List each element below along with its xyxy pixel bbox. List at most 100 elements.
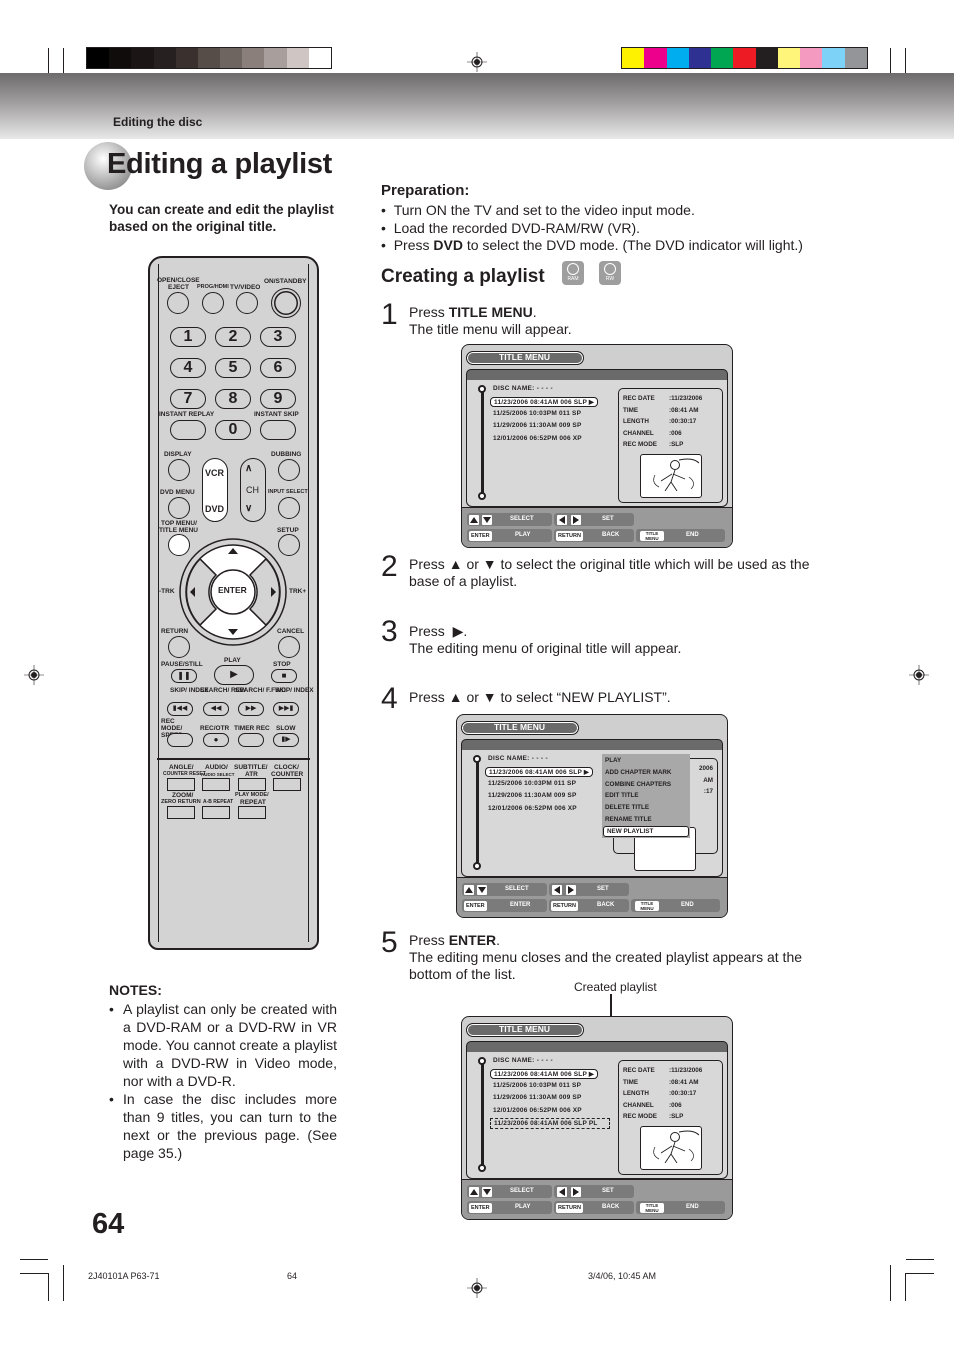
instant-replay-button[interactable] [170,420,206,440]
title-thumbnail [639,1125,702,1170]
pause-still-label: PAUSE/STILL [161,661,203,668]
edit-menu-item[interactable]: DELETE TITLE [602,802,690,814]
notes-heading: NOTES: [109,982,162,998]
return-button[interactable] [168,636,190,658]
slow-button[interactable]: ▮▶ [273,733,299,747]
scroll-up-icon[interactable] [478,1057,486,1065]
cancel-button[interactable] [278,636,300,658]
title-row[interactable]: 11/25/2006 10:03PM 011 SP [488,780,576,787]
stop-label: STOP [273,661,291,668]
info-row: TIME:08:41 AM [623,1078,699,1086]
angle-button[interactable] [167,778,195,791]
disc-name-label: DISC NAME: - - - - [493,385,553,392]
digit-5-button[interactable]: 5 [215,358,251,378]
title-row[interactable]: 11/23/2006 08:41AM 006 SLP ▶ [490,397,599,407]
timer-rec-button[interactable] [238,733,264,747]
input-select-button[interactable] [278,497,300,519]
return-control: RETURN BACK [554,529,634,542]
scroll-up-icon[interactable] [478,385,486,393]
prog-hdmi-button[interactable] [202,292,224,314]
subtitle-button[interactable] [238,778,266,791]
edit-menu-item[interactable]: COMBINE CHAPTERS [602,779,690,791]
info-row: REC DATE:11/23/2006 [623,1067,703,1074]
title-row[interactable]: 11/23/2006 08:41AM 006 SLP ▶ [485,767,594,777]
ab-repeat-label: A-B REPEAT [203,799,234,805]
vcr-button[interactable]: VCR [205,469,224,478]
power-button[interactable] [271,288,301,318]
digit-9-button[interactable]: 9 [260,389,296,409]
skip-forward-button[interactable]: ▶▶▮ [273,702,299,716]
dvd-button[interactable]: DVD [205,505,224,514]
audio-button[interactable] [202,778,230,791]
step-number: 3 [381,615,398,648]
skip-back-button[interactable]: ▮◀◀ [167,702,193,716]
dvd-menu-button[interactable] [168,497,190,519]
title-row[interactable]: 11/25/2006 10:03PM 011 SP [493,1082,581,1089]
scrollbar[interactable] [481,1060,484,1168]
clock-button[interactable] [273,778,301,791]
return-key: RETURN [556,530,583,541]
edit-menu-item[interactable]: RENAME TITLE [602,814,690,826]
digit-2-button[interactable]: 2 [215,327,251,347]
info-row: CHANNEL:006 [623,1101,682,1109]
enter-button[interactable]: ENTER [218,586,247,595]
title-row[interactable]: 11/29/2006 11:30AM 009 SP [488,792,576,799]
scroll-down-icon[interactable] [478,492,486,500]
edit-menu-item[interactable]: EDIT TITLE [602,790,690,802]
digit-4-button[interactable]: 4 [170,358,206,378]
digit-8-button[interactable]: 8 [215,389,251,409]
instant-skip-button[interactable] [260,420,296,440]
title-row[interactable]: 12/01/2006 06:52PM 006 XP [493,435,582,442]
edit-menu-item[interactable]: PLAY [602,755,690,767]
ab-repeat-button[interactable] [202,806,230,819]
preparation-heading: Preparation: [381,182,470,199]
scroll-up-icon[interactable] [473,755,481,763]
scroll-down-icon[interactable] [478,1164,486,1172]
info-row: LENGTH:00:30:17 [623,1090,697,1097]
stop-button[interactable]: ■ [271,669,297,683]
title-row[interactable]: 12/01/2006 06:52PM 006 XP [493,1107,582,1114]
title-info-panel: REC DATE:11/23/2006 TIME:08:41 AM LENGTH:0… [618,1060,723,1175]
digit-0-button[interactable]: 0 [215,420,251,440]
digit-7-button[interactable]: 7 [170,389,206,409]
digit-3-button[interactable]: 3 [260,327,296,347]
scrollbar[interactable] [481,388,484,496]
title-row[interactable]: 12/01/2006 06:52PM 006 XP [488,805,577,812]
channel-up-icon[interactable]: ∧ [245,464,252,474]
play-button[interactable]: ▶ [214,665,254,685]
title-row[interactable]: 11/29/2006 11:30AM 009 SP [493,422,581,429]
edit-menu-item[interactable]: NEW PLAYLIST [603,825,689,837]
info-row: CHANNEL:006 [623,429,682,437]
title-row[interactable]: 11/29/2006 11:30AM 009 SP [493,1094,581,1101]
step-4-text: Press ▲ or ▼ to select “NEW PLAYLIST”. [409,689,671,705]
digit-1-button[interactable]: 1 [170,327,206,347]
digit-6-button[interactable]: 6 [260,358,296,378]
scroll-down-icon[interactable] [473,862,481,870]
title-row[interactable]: 11/25/2006 10:03PM 011 SP [493,410,581,417]
tv-video-button[interactable] [236,292,258,314]
open-close-button[interactable] [167,292,189,314]
zoom-button[interactable] [167,806,195,819]
remote-divider [157,758,310,760]
select-label: SELECT [510,516,534,522]
record-button[interactable]: ● [203,733,229,747]
up-key-icon [469,1186,479,1197]
pause-button[interactable]: ❚❚ [171,669,197,683]
rec-mode-button[interactable] [167,733,193,747]
fast-forward-button[interactable]: ▶▶ [238,702,264,716]
scrollbar[interactable] [476,758,479,866]
play-mode-button[interactable] [238,806,266,819]
created-playlist-row[interactable]: 11/23/2006 08:41AM 006 SLP PL [490,1118,610,1129]
expand-arrow-icon: ▶ [581,769,590,776]
rewind-button[interactable]: ◀◀ [203,702,229,716]
edit-menu-item[interactable]: ADD CHAPTER MARK [602,767,690,779]
step-number: 2 [381,550,398,583]
return-key: RETURN [551,900,578,911]
title-row[interactable]: 11/23/2006 08:41AM 006 SLP ▶ [490,1069,599,1079]
enter-control: ENTER PLAY [467,529,552,542]
dubbing-button[interactable] [278,459,300,481]
page-number: 64 [92,1208,125,1240]
display-button[interactable] [168,459,190,481]
set-label: SET [602,1188,614,1194]
channel-down-icon[interactable]: ∨ [245,504,252,514]
